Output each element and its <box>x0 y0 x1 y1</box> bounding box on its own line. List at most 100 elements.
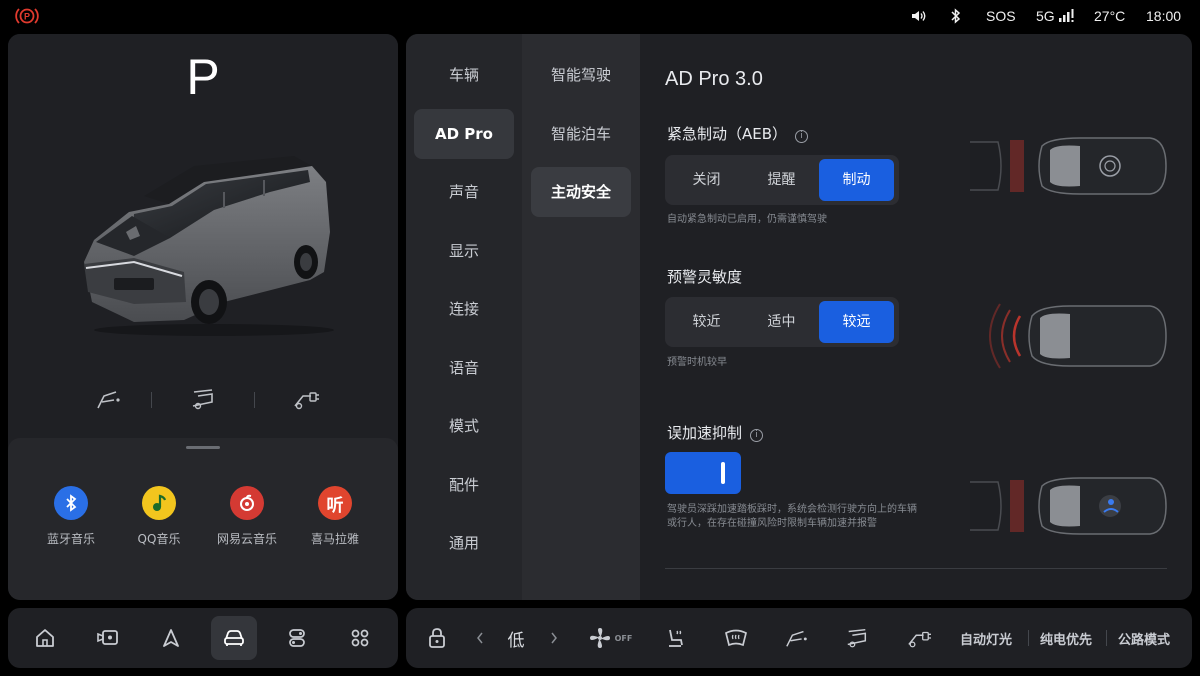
bluetooth-icon[interactable] <box>950 8 962 24</box>
tailgate-button[interactable] <box>782 608 812 668</box>
aeb-option-alert[interactable]: 提醒 <box>744 159 819 201</box>
sensitivity-note: 预警时机较早 <box>667 357 727 368</box>
camera-icon <box>97 630 118 645</box>
highway-mode-button[interactable]: 公路模式 <box>1112 608 1176 668</box>
menu-item-sound[interactable]: 声音 <box>414 167 514 217</box>
misaccel-note-line-2: 或行人，在存在碰撞风险时限制车辆加速并报警 <box>667 518 877 529</box>
toggles-icon <box>289 629 305 647</box>
vehicle-panel: P 蓝牙音乐 QQ音乐 网易云音乐 听 喜马拉雅 <box>8 34 398 600</box>
charging-port-icon[interactable] <box>291 386 321 412</box>
car-icon <box>224 630 244 646</box>
apps-button[interactable] <box>337 616 383 660</box>
aeb-option-off[interactable]: 关闭 <box>669 159 744 201</box>
fan-icon <box>589 628 610 648</box>
camera-button[interactable] <box>85 616 131 660</box>
quick-controls-bar: 低 OFF 自动灯光 纯电优先 公路模式 <box>406 608 1192 668</box>
app-bluetooth-music[interactable]: 蓝牙音乐 <box>26 486 116 547</box>
navigation-icon <box>163 629 179 647</box>
app-ximalaya[interactable]: 听 喜马拉雅 <box>290 486 380 547</box>
media-apps-tray: 蓝牙音乐 QQ音乐 网易云音乐 听 喜马拉雅 <box>8 438 398 600</box>
menu-item-display[interactable]: 显示 <box>414 226 514 276</box>
chevron-left-icon <box>477 632 483 644</box>
separator <box>1028 630 1029 646</box>
volume-icon[interactable] <box>910 9 928 23</box>
tailgate-icon[interactable] <box>94 386 124 412</box>
hood-icon <box>847 628 867 648</box>
menu-item-connection[interactable]: 连接 <box>414 284 514 334</box>
clock: 18:00 <box>1146 8 1182 24</box>
menu-item-mode[interactable]: 模式 <box>414 401 514 451</box>
seat-heating-button[interactable] <box>660 608 690 668</box>
divider <box>665 568 1167 569</box>
network-label: 5G <box>1036 8 1055 24</box>
app-label: 网易云音乐 <box>216 532 277 546</box>
sos-label[interactable]: SOS <box>986 8 1016 24</box>
aeb-option-brake[interactable]: 制动 <box>819 159 894 201</box>
menu-item-accessories[interactable]: 配件 <box>414 460 514 510</box>
menu-item-vehicle[interactable]: 车辆 <box>414 50 514 100</box>
sensitivity-section-title: 预警灵敏度 <box>667 268 743 286</box>
misaccel-title-text: 误加速抑制 <box>667 424 743 442</box>
svg-text:P: P <box>24 12 30 22</box>
page-title: AD Pro 3.0 <box>665 68 763 90</box>
charging-port-icon <box>908 631 931 648</box>
misaccel-illustration <box>970 477 1167 535</box>
sensitivity-illustration <box>989 303 1167 369</box>
seat-heat-icon <box>669 629 683 647</box>
menu-item-ad-pro[interactable]: AD Pro <box>414 109 514 159</box>
separator <box>1106 630 1107 646</box>
auto-lights-button[interactable]: 自动灯光 <box>954 608 1018 668</box>
navigation-button[interactable] <box>148 616 194 660</box>
app-grid-icon <box>351 629 369 647</box>
vehicle-button[interactable] <box>211 616 257 660</box>
windshield-defrost-icon <box>725 629 747 647</box>
chevron-right-icon <box>551 632 557 644</box>
sensitivity-option-far[interactable]: 较远 <box>819 301 894 343</box>
app-label: QQ音乐 <box>137 532 181 546</box>
temperature-label: 27°C <box>1094 8 1126 24</box>
fan-state-label: OFF <box>614 633 633 643</box>
info-icon[interactable]: i <box>795 130 809 143</box>
submenu-active-safety[interactable]: 主动安全 <box>531 167 631 217</box>
vehicle-view: P <box>8 34 398 438</box>
menu-item-voice[interactable]: 语音 <box>414 343 514 393</box>
misaccel-toggle[interactable] <box>665 452 741 494</box>
climate-increase-button[interactable] <box>546 608 562 668</box>
hood-icon[interactable] <box>188 386 218 412</box>
climate-decrease-button[interactable] <box>472 608 488 668</box>
aeb-section-title: 紧急制动（AEB） i <box>667 123 809 144</box>
parking-brake-warning-icon: P <box>15 8 39 24</box>
sensitivity-selector: 较近 适中 较远 <box>665 297 899 347</box>
status-bar: P SOS 5G 27°C 18:00 <box>0 0 1200 32</box>
submenu-smart-driving[interactable]: 智能驾驶 <box>531 50 631 100</box>
fan-button[interactable]: OFF <box>584 608 636 668</box>
ev-priority-button[interactable]: 纯电优先 <box>1034 608 1098 668</box>
aeb-note: 自动紧急制动已启用，仍需谨慎驾驶 <box>667 214 827 225</box>
netease-music-icon <box>230 486 264 520</box>
controls-button[interactable] <box>274 616 320 660</box>
app-netease-music[interactable]: 网易云音乐 <box>202 486 292 547</box>
car-image[interactable] <box>74 152 334 342</box>
home-button[interactable] <box>22 616 68 660</box>
sensitivity-option-medium[interactable]: 适中 <box>744 301 819 343</box>
sensitivity-option-near[interactable]: 较近 <box>669 301 744 343</box>
lock-icon <box>429 628 445 648</box>
bluetooth-icon <box>54 486 88 520</box>
separator <box>151 392 152 408</box>
hood-button[interactable] <box>842 608 872 668</box>
signal-strength-icon <box>1059 9 1074 22</box>
settings-secondary-menu: 智能驾驶 智能泊车 主动安全 <box>522 34 640 600</box>
info-icon[interactable]: i <box>750 429 764 442</box>
submenu-smart-parking[interactable]: 智能泊车 <box>531 109 631 159</box>
home-icon <box>36 629 54 647</box>
menu-item-general[interactable]: 通用 <box>414 518 514 568</box>
tailgate-icon <box>786 630 807 647</box>
aeb-title-text: 紧急制动（AEB） <box>667 125 788 143</box>
drag-handle[interactable] <box>186 446 220 449</box>
settings-panel: 车辆 AD Pro 声音 显示 连接 语音 模式 配件 通用 智能驾驶 智能泊车… <box>406 34 1192 600</box>
charging-port-button[interactable] <box>904 608 934 668</box>
active-safety-content: AD Pro 3.0 紧急制动（AEB） i 关闭 提醒 制动 自动紧急制动已启用… <box>640 34 1192 600</box>
lock-button[interactable] <box>422 608 452 668</box>
app-qq-music[interactable]: QQ音乐 <box>114 486 204 547</box>
defrost-button[interactable] <box>720 608 752 668</box>
